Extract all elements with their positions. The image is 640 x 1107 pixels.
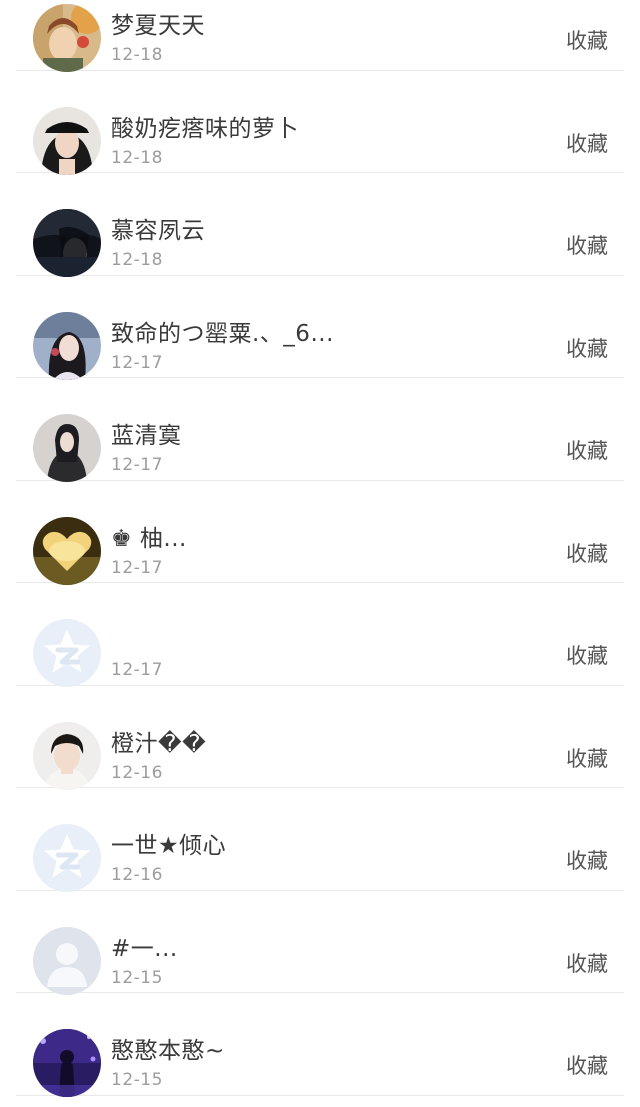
item-date: 12-18: [111, 147, 163, 168]
user-name: 憨憨本憨~: [111, 1038, 225, 1064]
collect-button[interactable]: 收藏: [566, 538, 608, 568]
item-date: 12-18: [111, 250, 163, 270]
avatar[interactable]: [33, 414, 101, 482]
user-name: ♚ 柚...: [111, 525, 187, 552]
list-item[interactable]: 慕容夙云 12-18 收藏: [16, 173, 624, 277]
list-item[interactable]: 憨憨本憨~ 12-15 收藏: [16, 993, 624, 1097]
user-name: 蓝清寞: [111, 423, 182, 449]
item-date: 12-18: [111, 45, 163, 65]
collect-button[interactable]: 收藏: [566, 640, 608, 670]
item-date: 12-15: [111, 967, 163, 988]
collect-button[interactable]: 收藏: [566, 435, 608, 465]
item-date: 12-17: [111, 455, 163, 475]
user-name: 梦夏天天: [111, 13, 205, 39]
collect-button[interactable]: 收藏: [566, 845, 608, 875]
item-date: 12-17: [111, 557, 163, 578]
avatar[interactable]: [33, 1029, 101, 1097]
avatar[interactable]: [33, 824, 101, 892]
user-name: 一世★倾心: [111, 833, 227, 859]
list-item[interactable]: 梦夏天天 12-18 收藏: [16, 0, 624, 72]
list-item[interactable]: ♚ 柚... 12-17 收藏: [16, 481, 624, 585]
user-name: 慕容夙云: [111, 218, 205, 244]
list-item[interactable]: 酸奶疙瘩味的萝卜 12-18 收藏: [16, 71, 624, 175]
item-date: 12-17: [111, 660, 163, 680]
item-date: 12-16: [111, 865, 163, 885]
list-item[interactable]: 蓝清寞 12-17 收藏: [16, 378, 624, 482]
avatar[interactable]: [33, 4, 101, 72]
collect-button[interactable]: 收藏: [566, 948, 608, 978]
item-date: 12-16: [111, 762, 163, 783]
list-item[interactable]: #一... 12-15 收藏: [16, 891, 624, 995]
avatar[interactable]: [33, 311, 101, 380]
collect-button[interactable]: 收藏: [566, 743, 608, 773]
collect-button[interactable]: 收藏: [566, 230, 608, 260]
list-item[interactable]: 致命的つ罂粟.、_6... 12-17 收藏: [16, 276, 624, 380]
user-name: 致命的つ罂粟.、_6...: [111, 320, 334, 347]
user-name: #一...: [111, 935, 178, 962]
avatar[interactable]: [33, 516, 101, 585]
collect-list: 梦夏天天 12-18 收藏 酸奶疙瘩味的萝卜 12-18 收藏 慕容夙云 12-18 收藏 致命的…: [0, 0, 640, 1097]
avatar[interactable]: [33, 209, 101, 277]
avatar[interactable]: [33, 926, 101, 995]
user-name: 酸奶疙瘩味的萝卜: [111, 115, 299, 142]
list-item[interactable]: 一世★倾心 12-16 收藏: [16, 788, 624, 892]
list-item[interactable]: 12-17 收藏: [16, 583, 624, 687]
item-date: 12-17: [111, 352, 163, 373]
item-date: 12-15: [111, 1070, 163, 1090]
collect-button[interactable]: 收藏: [566, 1050, 608, 1080]
avatar[interactable]: [33, 721, 101, 790]
avatar[interactable]: [33, 106, 101, 175]
collect-button[interactable]: 收藏: [566, 25, 608, 55]
avatar[interactable]: [33, 619, 101, 687]
user-name: 橙汁��: [111, 730, 207, 757]
collect-button[interactable]: 收藏: [566, 333, 608, 363]
collect-button[interactable]: 收藏: [566, 128, 608, 158]
list-item[interactable]: 橙汁�� 12-16 收藏: [16, 686, 624, 790]
